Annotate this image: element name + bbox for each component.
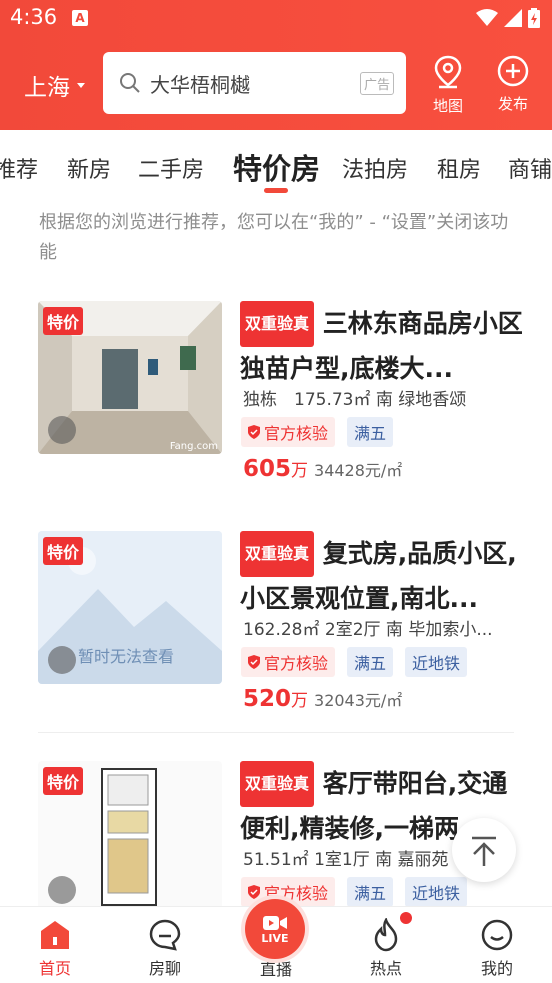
ad-badge: 广告: [359, 72, 394, 95]
plus-circle-icon: [497, 55, 529, 87]
listing-price: 520万 32043元/㎡: [243, 686, 402, 712]
verified-tag: 双重验真: [240, 761, 315, 807]
nav-live-label-wrap[interactable]: 直播: [241, 956, 311, 980]
verified-tag: 双重验真: [240, 301, 315, 347]
video-icon: [263, 915, 287, 930]
listing-specs: 162.28㎡ 2室2厅 南 毕加索小...: [243, 620, 493, 640]
live-button[interactable]: LIVE: [245, 899, 305, 959]
listing-title: 双重验真 复式房,品质小区,小区景观位置,南北...: [240, 531, 525, 620]
five-year-tag: 满五: [347, 417, 394, 447]
city-label: 上海: [24, 75, 70, 101]
recommend-hint: 根据您的浏览进行推荐，您可以在“我的” - “设置”关闭该功能: [39, 212, 509, 263]
arrow-up-icon: [472, 836, 496, 866]
tab-shops[interactable]: 商铺: [508, 152, 552, 184]
publish-button[interactable]: 发布: [488, 55, 538, 114]
tab-special-price[interactable]: 特价房: [233, 146, 320, 188]
official-verify-label: 官方核验: [264, 654, 329, 673]
search-bar[interactable]: 大华梧桐樾 广告: [103, 52, 406, 114]
nav-mine[interactable]: 我的: [462, 915, 532, 979]
nav-home[interactable]: 首页: [20, 915, 90, 979]
price-unit: 万: [291, 461, 309, 481]
notification-dot: [400, 912, 412, 924]
map-pin-icon: [434, 55, 462, 89]
price-unit: 万: [291, 691, 309, 711]
tab-second-hand[interactable]: 二手房: [138, 152, 204, 184]
listing-card[interactable]: 特价 暂时无法查看 双重验真 复式房,品质小区,小区景观位置,南北... 162…: [0, 531, 552, 731]
signal-icon: [504, 9, 522, 27]
price-value: 520: [243, 686, 292, 712]
wifi-icon: [476, 9, 498, 26]
notification-icon: A: [72, 10, 88, 26]
watermark: Fang.com: [169, 441, 218, 452]
shield-icon: [248, 885, 260, 899]
profile-icon: [481, 919, 513, 951]
official-verify-tag: 官方核验: [241, 647, 336, 677]
divider: [38, 732, 514, 733]
scroll-to-top-button[interactable]: [452, 818, 516, 882]
nav-chat[interactable]: 房聊: [130, 915, 200, 979]
listing-tags: 官方核验 满五: [241, 417, 394, 447]
map-label: 地图: [432, 97, 463, 115]
tab-new-house[interactable]: 新房: [67, 152, 111, 184]
layers-icon: [48, 416, 76, 444]
active-tab-indicator: [264, 188, 288, 193]
special-price-badge: 特价: [43, 537, 84, 565]
near-metro-tag: 近地铁: [405, 647, 468, 677]
nav-home-label: 首页: [38, 959, 71, 978]
search-text: 大华梧桐樾: [150, 73, 250, 97]
listing-photo: 特价 暂时无法查看: [38, 531, 222, 684]
listing-photo: 特价: [38, 761, 222, 906]
listing-card[interactable]: 特价 Fang.com 双重验真 三林东商品房小区独苗户型,底楼大... 独栋 …: [0, 301, 552, 501]
shield-icon: [248, 425, 260, 439]
nav-hot[interactable]: 热点: [351, 912, 421, 979]
special-price-badge: 特价: [43, 307, 84, 335]
bottom-nav: 首页 房聊 直播 LIVE 热点 我的: [0, 899, 552, 983]
placeholder-text: 暂时无法查看: [78, 647, 175, 666]
nav-live-label: 直播: [259, 960, 292, 979]
live-text: LIVE: [261, 931, 289, 945]
tab-recommend[interactable]: 推荐: [0, 152, 38, 184]
price-value: 605: [243, 456, 292, 482]
five-year-tag: 满五: [347, 647, 394, 677]
search-icon: [120, 73, 140, 93]
tab-auction[interactable]: 法拍房: [342, 152, 408, 184]
tab-rent[interactable]: 租房: [437, 152, 481, 184]
status-time: 4:36: [10, 5, 58, 29]
listing-specs: 独栋 175.73㎡ 南 绿地香颂: [243, 390, 467, 410]
shield-icon: [248, 655, 260, 669]
nav-chat-label: 房聊: [148, 959, 181, 978]
status-bar: 4:36 A: [0, 0, 552, 38]
nav-hot-label: 热点: [369, 959, 402, 978]
battery-icon: [528, 8, 540, 28]
official-verify-tag: 官方核验: [241, 417, 336, 447]
caret-down-icon: [77, 82, 85, 88]
layers-icon: [48, 646, 76, 674]
official-verify-label: 官方核验: [264, 424, 329, 443]
app-header: 4:36 A 上海 大华梧桐樾 广告 地图 发布: [0, 0, 552, 130]
nav-mine-label: 我的: [480, 959, 513, 978]
special-price-badge: 特价: [43, 767, 84, 795]
publish-label: 发布: [497, 95, 528, 113]
listing-title: 双重验真 三林东商品房小区独苗户型,底楼大...: [240, 301, 525, 390]
layers-icon: [48, 876, 76, 904]
five-year-tag: 满五: [347, 877, 394, 906]
city-selector[interactable]: 上海: [24, 68, 85, 102]
verified-tag: 双重验真: [240, 531, 315, 577]
unit-price: 32043元/㎡: [314, 691, 403, 710]
status-icons: [476, 8, 540, 28]
map-button[interactable]: 地图: [423, 55, 473, 116]
listing-photo: 特价 Fang.com: [38, 301, 222, 454]
listing-price: 605万 34428元/㎡: [243, 456, 402, 482]
flame-icon: [374, 918, 398, 952]
home-icon: [41, 921, 69, 949]
category-tabs: 推荐 新房 二手房 特价房 法拍房 租房 商铺: [0, 130, 552, 192]
chat-icon: [149, 919, 181, 951]
listing-tags: 官方核验 满五 近地铁: [241, 647, 468, 677]
unit-price: 34428元/㎡: [314, 461, 403, 480]
